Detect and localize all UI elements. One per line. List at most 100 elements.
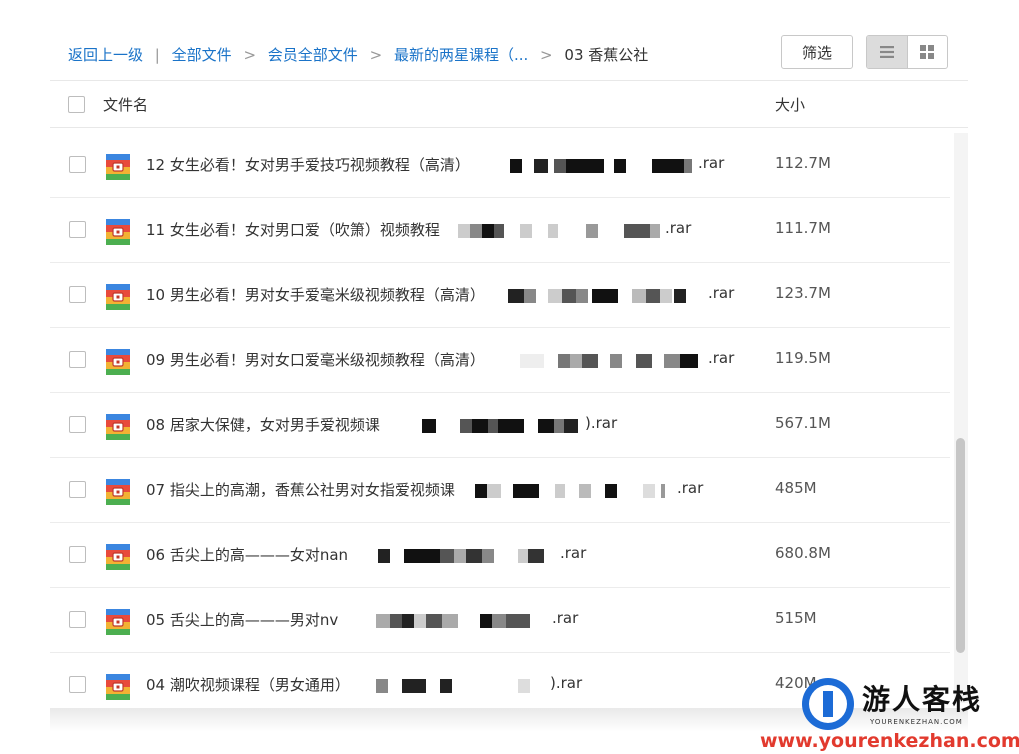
top-toolbar: 返回上一级 | 全部文件 > 会员全部文件 > 最新的两星课程（... > 03… — [0, 0, 1019, 80]
redaction-block — [605, 484, 617, 498]
redaction-block — [664, 354, 680, 368]
redaction-block — [614, 159, 626, 173]
redaction-block — [548, 224, 558, 238]
table-row[interactable]: 11 女生必看！女对男口爱（吹箫）视频教程 .rar 111.7M — [50, 198, 950, 263]
file-size: 111.7M — [775, 219, 831, 237]
redaction-block — [458, 224, 470, 238]
redaction-block — [534, 159, 548, 173]
redaction-block — [376, 679, 388, 693]
redaction-block — [460, 419, 472, 433]
row-checkbox[interactable] — [69, 156, 86, 173]
file-size: 515M — [775, 609, 817, 627]
file-extension: .rar — [552, 609, 579, 627]
redaction-block — [646, 289, 660, 303]
watermark: 游人客栈 YOURENKEZHAN.COM www.yourenkezhan.c… — [760, 676, 1019, 754]
redaction-block — [674, 289, 686, 303]
redaction-block — [442, 614, 458, 628]
archive-file-icon — [106, 414, 130, 440]
archive-file-icon — [106, 674, 130, 700]
select-all-checkbox[interactable] — [68, 96, 85, 113]
table-row[interactable]: 09 男生必看！男对女口爱毫米级视频教程（高清） .rar 119.5M — [50, 328, 950, 393]
redaction-block — [582, 354, 598, 368]
row-checkbox[interactable] — [69, 676, 86, 693]
file-name[interactable]: 05 舌尖上的高———男对nv — [146, 609, 338, 630]
redaction-block — [643, 484, 655, 498]
scrollbar-thumb[interactable] — [956, 438, 965, 653]
archive-file-icon — [106, 154, 130, 180]
breadcrumb-member-files[interactable]: 会员全部文件 — [268, 46, 358, 64]
file-size: 567.1M — [775, 414, 831, 432]
row-checkbox[interactable] — [69, 286, 86, 303]
redaction-block — [518, 549, 528, 563]
redaction-block — [576, 289, 588, 303]
file-name[interactable]: 04 潮吹视频课程（男女通用） — [146, 674, 350, 695]
table-row[interactable]: 12 女生必看！女对男手爱技巧视频教程（高清） .rar 112.7M — [50, 133, 950, 198]
file-name[interactable]: 08 居家大保健，女对男手爱视频课 — [146, 414, 380, 435]
table-row[interactable]: 05 舌尖上的高———男对nv .rar 515M — [50, 588, 950, 653]
redaction-block — [554, 159, 566, 173]
redaction-block — [554, 419, 564, 433]
redaction-block — [570, 354, 582, 368]
breadcrumb-all-files[interactable]: 全部文件 — [172, 46, 232, 64]
redaction-block — [376, 614, 390, 628]
file-name[interactable]: 11 女生必看！女对男口爱（吹箫）视频教程 — [146, 219, 440, 240]
filter-button[interactable]: 筛选 — [781, 35, 853, 69]
back-link[interactable]: 返回上一级 — [68, 46, 143, 64]
file-extension: .rar — [560, 544, 587, 562]
redaction-block — [440, 549, 454, 563]
redaction-block — [528, 549, 544, 563]
redaction-block — [440, 679, 452, 693]
file-size: 112.7M — [775, 154, 831, 172]
archive-file-icon — [106, 609, 130, 635]
watermark-subtitle: YOURENKEZHAN.COM — [870, 718, 963, 726]
row-checkbox[interactable] — [69, 351, 86, 368]
table-row[interactable]: 08 居家大保健，女对男手爱视频课).rar 567.1M — [50, 393, 950, 458]
redaction-block — [660, 289, 672, 303]
redaction-block — [558, 354, 570, 368]
redaction-block — [426, 614, 442, 628]
redaction-block — [414, 614, 426, 628]
redaction-block — [592, 289, 618, 303]
table-row[interactable]: 06 舌尖上的高———女对nan .rar 680.8M — [50, 523, 950, 588]
redaction-block — [508, 289, 524, 303]
redaction-block — [624, 224, 650, 238]
column-header-name[interactable]: 文件名 — [103, 94, 148, 115]
redaction-block — [482, 549, 494, 563]
redaction-block — [498, 419, 524, 433]
breadcrumb-current: 03 香蕉公社 — [564, 46, 649, 64]
file-name[interactable]: 09 男生必看！男对女口爱毫米级视频教程（高清） — [146, 349, 485, 370]
breadcrumb-two-star-courses[interactable]: 最新的两星课程（... — [394, 46, 528, 64]
grid-view-button[interactable] — [906, 36, 948, 68]
row-checkbox[interactable] — [69, 611, 86, 628]
table-row[interactable]: 07 指尖上的高潮，香蕉公社男对女指爱视频课 .rar 485M — [50, 458, 950, 523]
column-header-size[interactable]: 大小 — [775, 94, 805, 115]
redaction-block — [487, 484, 501, 498]
redaction-block — [494, 224, 504, 238]
watermark-url: www.yourenkezhan.com — [760, 730, 1019, 752]
redaction-block — [422, 419, 436, 433]
file-name[interactable]: 10 男生必看！男对女手爱毫米级视频教程（高清） — [146, 284, 485, 305]
row-checkbox[interactable] — [69, 221, 86, 238]
row-checkbox[interactable] — [69, 481, 86, 498]
file-name[interactable]: 12 女生必看！女对男手爱技巧视频教程（高清） — [146, 154, 470, 175]
scrollbar-track[interactable] — [954, 133, 968, 703]
redaction-block — [402, 679, 426, 693]
file-list: 12 女生必看！女对男手爱技巧视频教程（高清） .rar 112.7M 11 女生必看… — [50, 133, 950, 718]
archive-file-icon — [106, 284, 130, 310]
redaction-block — [520, 354, 544, 368]
archive-file-icon — [106, 219, 130, 245]
file-extension: .rar — [677, 479, 704, 497]
file-name[interactable]: 07 指尖上的高潮，香蕉公社男对女指爱视频课 — [146, 479, 455, 500]
list-view-button[interactable] — [867, 36, 907, 68]
table-row[interactable]: 10 男生必看！男对女手爱毫米级视频教程（高清） .rar 123.7M — [50, 263, 950, 328]
redaction-block — [466, 549, 482, 563]
table-header: 文件名 大小 — [50, 80, 968, 128]
file-extension: .rar — [665, 219, 692, 237]
archive-file-icon — [106, 479, 130, 505]
file-name[interactable]: 06 舌尖上的高———女对nan — [146, 544, 348, 565]
row-checkbox[interactable] — [69, 546, 86, 563]
redaction-block — [436, 419, 460, 433]
row-checkbox[interactable] — [69, 416, 86, 433]
redaction-block — [579, 484, 591, 498]
redaction-block — [566, 159, 604, 173]
